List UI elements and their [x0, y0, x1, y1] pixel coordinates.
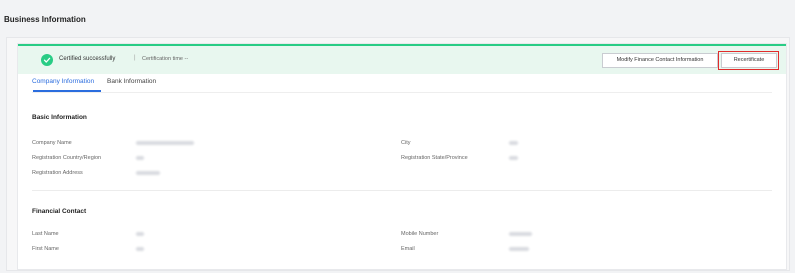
tabs-divider [32, 92, 772, 93]
email-value [509, 247, 529, 251]
check-circle-icon [41, 54, 53, 66]
tab-company-information[interactable]: Company Information [32, 78, 94, 85]
recertificate-button[interactable]: Recertificate [721, 53, 777, 68]
first-name-label: First Name [32, 246, 59, 252]
company-name-value [136, 141, 194, 145]
certification-status: Certified successfully [59, 56, 116, 62]
company-name-label: Company Name [32, 140, 72, 146]
registration-address-value [136, 171, 160, 175]
registration-state-label: Registration State/Province [401, 155, 468, 161]
registration-country-value [136, 156, 144, 160]
page-header: Business Information [0, 0, 795, 37]
tab-bank-information[interactable]: Bank Information [107, 78, 156, 85]
registration-state-value [509, 156, 518, 160]
page-title: Business Information [4, 15, 86, 24]
registration-country-label: Registration Country/Region [32, 155, 102, 161]
last-name-label: Last Name [32, 231, 59, 237]
financial-contact-title: Financial Contact [32, 208, 87, 215]
modify-finance-contact-button[interactable]: Modify Finance Contact Information [602, 53, 718, 68]
first-name-value [136, 247, 144, 251]
separator: | [134, 55, 136, 61]
certification-banner: Certified successfully | Certification t… [18, 44, 786, 74]
certification-time: Certification time -- [142, 56, 189, 62]
section-divider [32, 190, 772, 191]
mobile-number-value [509, 232, 532, 236]
last-name-value [136, 232, 144, 236]
city-label: City [401, 140, 411, 146]
mobile-number-label: Mobile Number [401, 231, 439, 237]
business-info-card: Certified successfully | Certification t… [17, 43, 787, 270]
email-label: Email [401, 246, 415, 252]
registration-address-label: Registration Address [32, 170, 83, 176]
basic-information-title: Basic Information [32, 114, 87, 121]
city-value [509, 141, 518, 145]
